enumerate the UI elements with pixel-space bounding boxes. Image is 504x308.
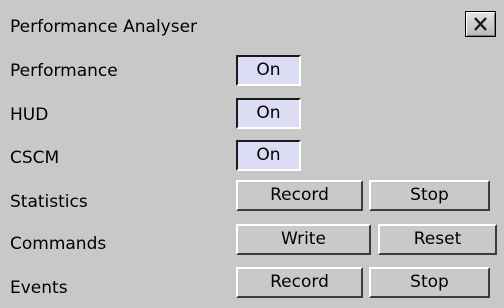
events-record-button[interactable]: Record	[236, 267, 363, 298]
events-label: Events	[10, 278, 68, 298]
commands-reset-button[interactable]: Reset	[378, 224, 497, 255]
performance-analyser-panel: Performance Analyser Performance On HUD …	[0, 0, 504, 308]
statistics-label: Statistics	[10, 192, 88, 212]
cscm-toggle[interactable]: On	[236, 140, 301, 171]
cscm-label: CSCM	[10, 148, 60, 168]
commands-label: Commands	[10, 234, 107, 254]
events-stop-button[interactable]: Stop	[369, 267, 490, 298]
performance-toggle[interactable]: On	[236, 55, 301, 86]
statistics-record-button[interactable]: Record	[236, 180, 363, 211]
hud-label: HUD	[10, 105, 49, 125]
hud-toggle[interactable]: On	[236, 98, 301, 129]
close-icon	[474, 17, 487, 31]
close-button[interactable]	[465, 11, 496, 37]
commands-write-button[interactable]: Write	[236, 224, 371, 255]
performance-label: Performance	[10, 61, 118, 81]
statistics-stop-button[interactable]: Stop	[369, 180, 490, 211]
panel-title: Performance Analyser	[10, 17, 198, 37]
